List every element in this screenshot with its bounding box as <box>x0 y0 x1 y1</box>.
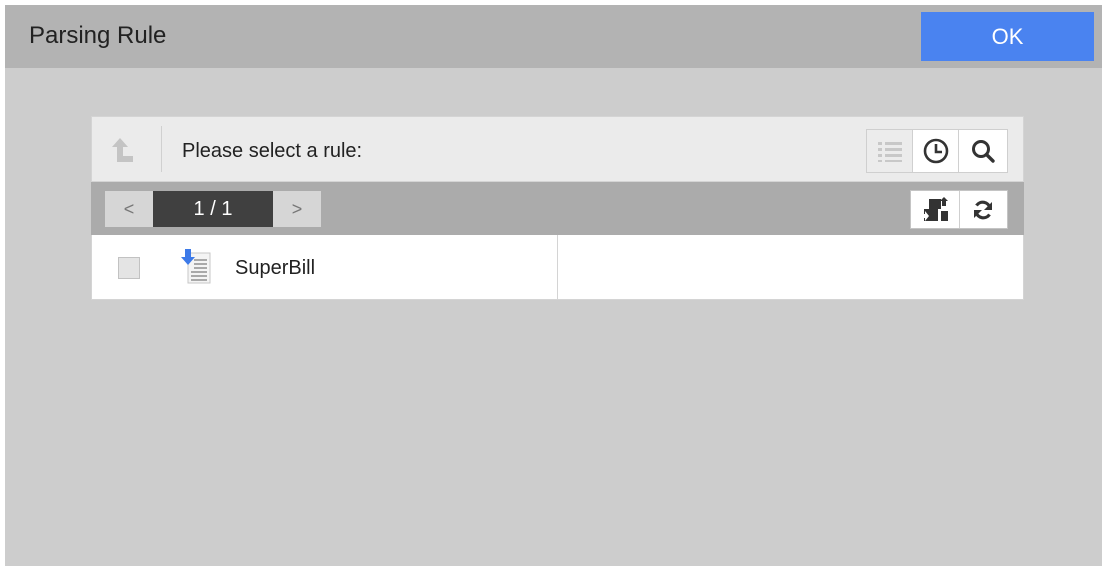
rule-checkbox[interactable] <box>118 257 140 279</box>
list-view-icon[interactable] <box>867 130 913 172</box>
toolbar-divider <box>161 126 162 172</box>
pagination-bar: < 1 / 1 > <box>91 182 1024 235</box>
ok-button[interactable]: OK <box>921 12 1094 61</box>
up-arrow-icon[interactable] <box>106 135 136 165</box>
list-actions-group <box>910 190 1008 229</box>
next-page-button[interactable]: > <box>273 191 321 227</box>
view-options-group <box>866 129 1008 173</box>
rule-name[interactable]: SuperBill <box>235 256 315 280</box>
browser-toolbar: Please select a rule: <box>91 116 1024 182</box>
parsing-rule-dialog: Parsing Rule OK Please select a rule: < … <box>5 5 1102 566</box>
page-indicator: 1 / 1 <box>153 191 273 227</box>
transfer-icon[interactable] <box>911 191 960 228</box>
column-divider <box>557 235 558 299</box>
import-document-icon <box>180 249 216 285</box>
refresh-icon[interactable] <box>960 191 1008 228</box>
dialog-title: Parsing Rule <box>29 22 167 49</box>
previous-page-button[interactable]: < <box>105 191 153 227</box>
rule-browser-panel: Please select a rule: < 1 / 1 > SuperBil… <box>91 116 1024 301</box>
select-rule-prompt: Please select a rule: <box>182 140 363 162</box>
clock-icon[interactable] <box>913 130 959 172</box>
rule-list: SuperBill <box>91 235 1024 300</box>
search-icon[interactable] <box>959 130 1007 172</box>
title-bar: Parsing Rule OK <box>5 5 1102 68</box>
